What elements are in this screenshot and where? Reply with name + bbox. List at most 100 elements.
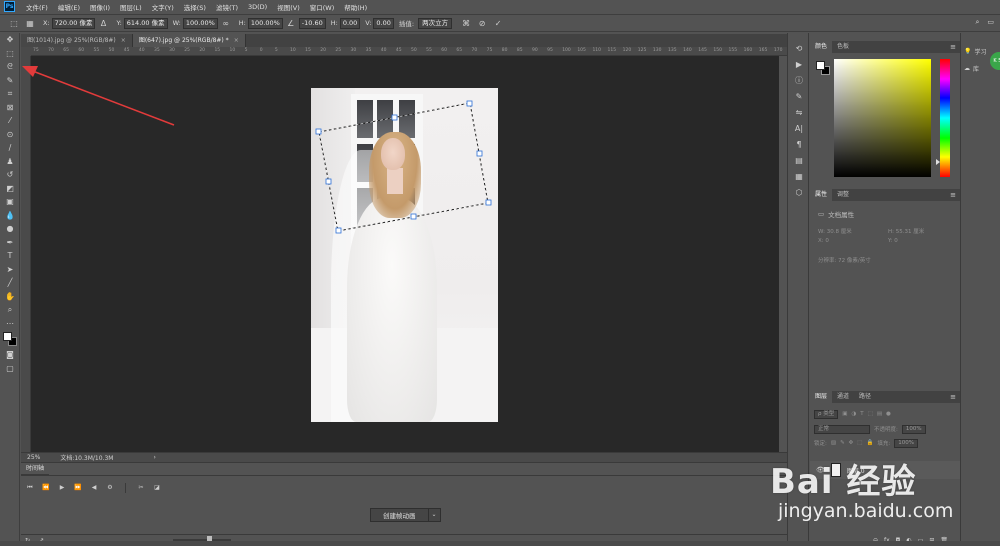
actions-play-icon[interactable]: ▶: [788, 57, 810, 73]
tab-layers[interactable]: 图层: [810, 391, 833, 403]
status-menu-arrow[interactable]: ›: [153, 454, 155, 461]
paragraph-icon[interactable]: ¶: [788, 137, 810, 153]
create-frame-animation-button[interactable]: 创建帧动画 ⌄: [370, 508, 441, 522]
lock-all-icon[interactable]: 🔒: [866, 440, 873, 446]
filter-adjust-icon[interactable]: ◑: [851, 411, 856, 417]
audio-icon[interactable]: ◀: [89, 483, 99, 493]
fill-field[interactable]: 100%: [894, 438, 918, 448]
menu-type[interactable]: 文字(Y): [147, 2, 179, 12]
vertical-ruler[interactable]: [21, 56, 31, 452]
split-scissors-icon[interactable]: ✂: [136, 483, 146, 493]
horizontal-ruler[interactable]: 75 70 65 60 55 50 45 40 35 30 25 20 15 10 5 0 5 10 15 20 25 3…: [31, 47, 787, 56]
filter-shape-icon[interactable]: ⬚: [868, 411, 873, 417]
y-position-field[interactable]: 614.00 像素: [123, 17, 168, 29]
search-icon[interactable]: ⌕: [975, 18, 979, 27]
screen-mode-icon[interactable]: ▢: [0, 362, 20, 376]
lock-paint-icon[interactable]: ✎: [840, 440, 845, 446]
line-tool-icon[interactable]: ╱: [0, 276, 20, 290]
opacity-field[interactable]: 100%: [901, 424, 926, 434]
lock-pixels-icon[interactable]: ▨: [831, 440, 836, 446]
menu-layer[interactable]: 图层(L): [115, 2, 147, 12]
menu-select[interactable]: 选择(S): [179, 2, 211, 12]
filter-type-icon[interactable]: T: [860, 411, 863, 417]
menu-filter[interactable]: 滤镜(T): [211, 2, 243, 12]
layer-filter-select[interactable]: ρ 类型: [814, 409, 839, 419]
notes-icon[interactable]: ▦: [788, 169, 810, 185]
prev-frame-icon[interactable]: ⏪: [41, 483, 51, 493]
tab-document-647[interactable]: 图(647).jpg @ 25%(RGB/8#) * ×: [132, 34, 246, 47]
dodge-tool-icon[interactable]: ●: [0, 222, 20, 236]
pen-tool-icon[interactable]: ✒: [0, 236, 20, 250]
info-icon[interactable]: ⓘ: [788, 73, 810, 89]
more-tools-icon[interactable]: ⋯: [0, 317, 20, 331]
color-picker-field[interactable]: [834, 59, 931, 177]
next-frame-icon[interactable]: ⏩: [73, 483, 83, 493]
history-icon[interactable]: ⟲: [788, 41, 810, 57]
filter-toggle-icon[interactable]: ●: [886, 411, 891, 417]
brush-tool-icon[interactable]: ∕: [0, 141, 20, 155]
x-position-field[interactable]: 720.00 像素: [51, 17, 96, 29]
foreground-color[interactable]: [3, 332, 12, 341]
tab-adjustments[interactable]: 调整: [832, 189, 854, 201]
foreground-swatch[interactable]: [816, 61, 825, 70]
panel-menu-icon[interactable]: ≡: [950, 189, 956, 201]
tab-swatches[interactable]: 色板: [832, 41, 854, 53]
tab-paths[interactable]: 路径: [854, 391, 876, 403]
crop-tool-icon[interactable]: ⌗: [0, 87, 20, 101]
play-icon[interactable]: ▶: [57, 483, 67, 493]
menu-view[interactable]: 视图(V): [272, 2, 305, 12]
menu-window[interactable]: 窗口(W): [305, 2, 340, 12]
panel-menu-icon[interactable]: ≡: [950, 391, 956, 403]
link-icon[interactable]: ∞: [220, 18, 232, 29]
marquee-tool-icon[interactable]: ⬚: [0, 47, 20, 61]
menu-help[interactable]: 帮助(H): [339, 2, 372, 12]
tab-color[interactable]: 颜色: [810, 41, 833, 53]
color-panel-swatches[interactable]: [816, 61, 830, 75]
history-brush-tool-icon[interactable]: ↺: [0, 168, 20, 182]
v-skew-field[interactable]: 0.00: [373, 17, 394, 29]
chevron-down-icon[interactable]: ⌄: [427, 509, 440, 521]
hue-marker[interactable]: [936, 159, 940, 165]
menu-3d[interactable]: 3D(D): [243, 3, 272, 11]
interpolation-select[interactable]: 两次立方: [418, 17, 453, 29]
settings-icon[interactable]: ⚙: [105, 483, 115, 493]
type-tool-icon[interactable]: T: [0, 249, 20, 263]
close-icon[interactable]: ×: [121, 37, 126, 44]
3d-icon[interactable]: ⬡: [788, 185, 810, 201]
bride-photo[interactable]: [311, 88, 498, 422]
first-frame-icon[interactable]: ⏮: [25, 483, 35, 493]
path-select-tool-icon[interactable]: ➤: [0, 263, 20, 277]
brush-settings-icon[interactable]: ✎: [788, 89, 810, 105]
tab-timeline[interactable]: 时间轴: [21, 463, 49, 475]
menu-edit[interactable]: 编辑(E): [53, 2, 85, 12]
commit-transform-icon[interactable]: ✓: [492, 18, 504, 29]
angle-field[interactable]: -10.60: [298, 17, 326, 29]
menu-file[interactable]: 文件(F): [21, 2, 53, 12]
adjustments-icon[interactable]: ⇋: [788, 105, 810, 121]
menu-image[interactable]: 图像(I): [85, 2, 115, 12]
filter-image-icon[interactable]: ▣: [842, 411, 847, 417]
reference-point-icon[interactable]: ▦: [24, 18, 36, 29]
stamp-tool-icon[interactable]: ♟: [0, 155, 20, 169]
close-icon[interactable]: ×: [234, 37, 239, 44]
move-tool-icon[interactable]: ✥: [0, 33, 20, 47]
healing-tool-icon[interactable]: ⊙: [0, 128, 20, 142]
character-icon[interactable]: A|: [788, 121, 810, 137]
height-field[interactable]: 100.00%: [247, 17, 283, 29]
h-skew-field[interactable]: 0.00: [339, 17, 361, 29]
transform-tool-icon[interactable]: ⬚: [8, 18, 20, 29]
lasso-tool-icon[interactable]: ᘓ: [0, 60, 20, 74]
hue-slider[interactable]: [940, 59, 950, 177]
cancel-transform-icon[interactable]: ⊘: [476, 18, 488, 29]
panel-menu-icon[interactable]: ≡: [950, 41, 956, 53]
eraser-tool-icon[interactable]: ◩: [0, 182, 20, 196]
color-swatches[interactable]: [0, 330, 20, 348]
zoom-level[interactable]: 25%: [27, 454, 40, 461]
blend-mode-select[interactable]: 正常: [814, 424, 870, 434]
tab-channels[interactable]: 通道: [832, 391, 854, 403]
frame-tool-icon[interactable]: ⊠: [0, 101, 20, 115]
warp-icon[interactable]: ⌘: [460, 18, 472, 29]
lock-move-icon[interactable]: ✥: [849, 440, 854, 446]
transition-icon[interactable]: ◪: [152, 483, 162, 493]
quick-select-tool-icon[interactable]: ✎: [0, 74, 20, 88]
